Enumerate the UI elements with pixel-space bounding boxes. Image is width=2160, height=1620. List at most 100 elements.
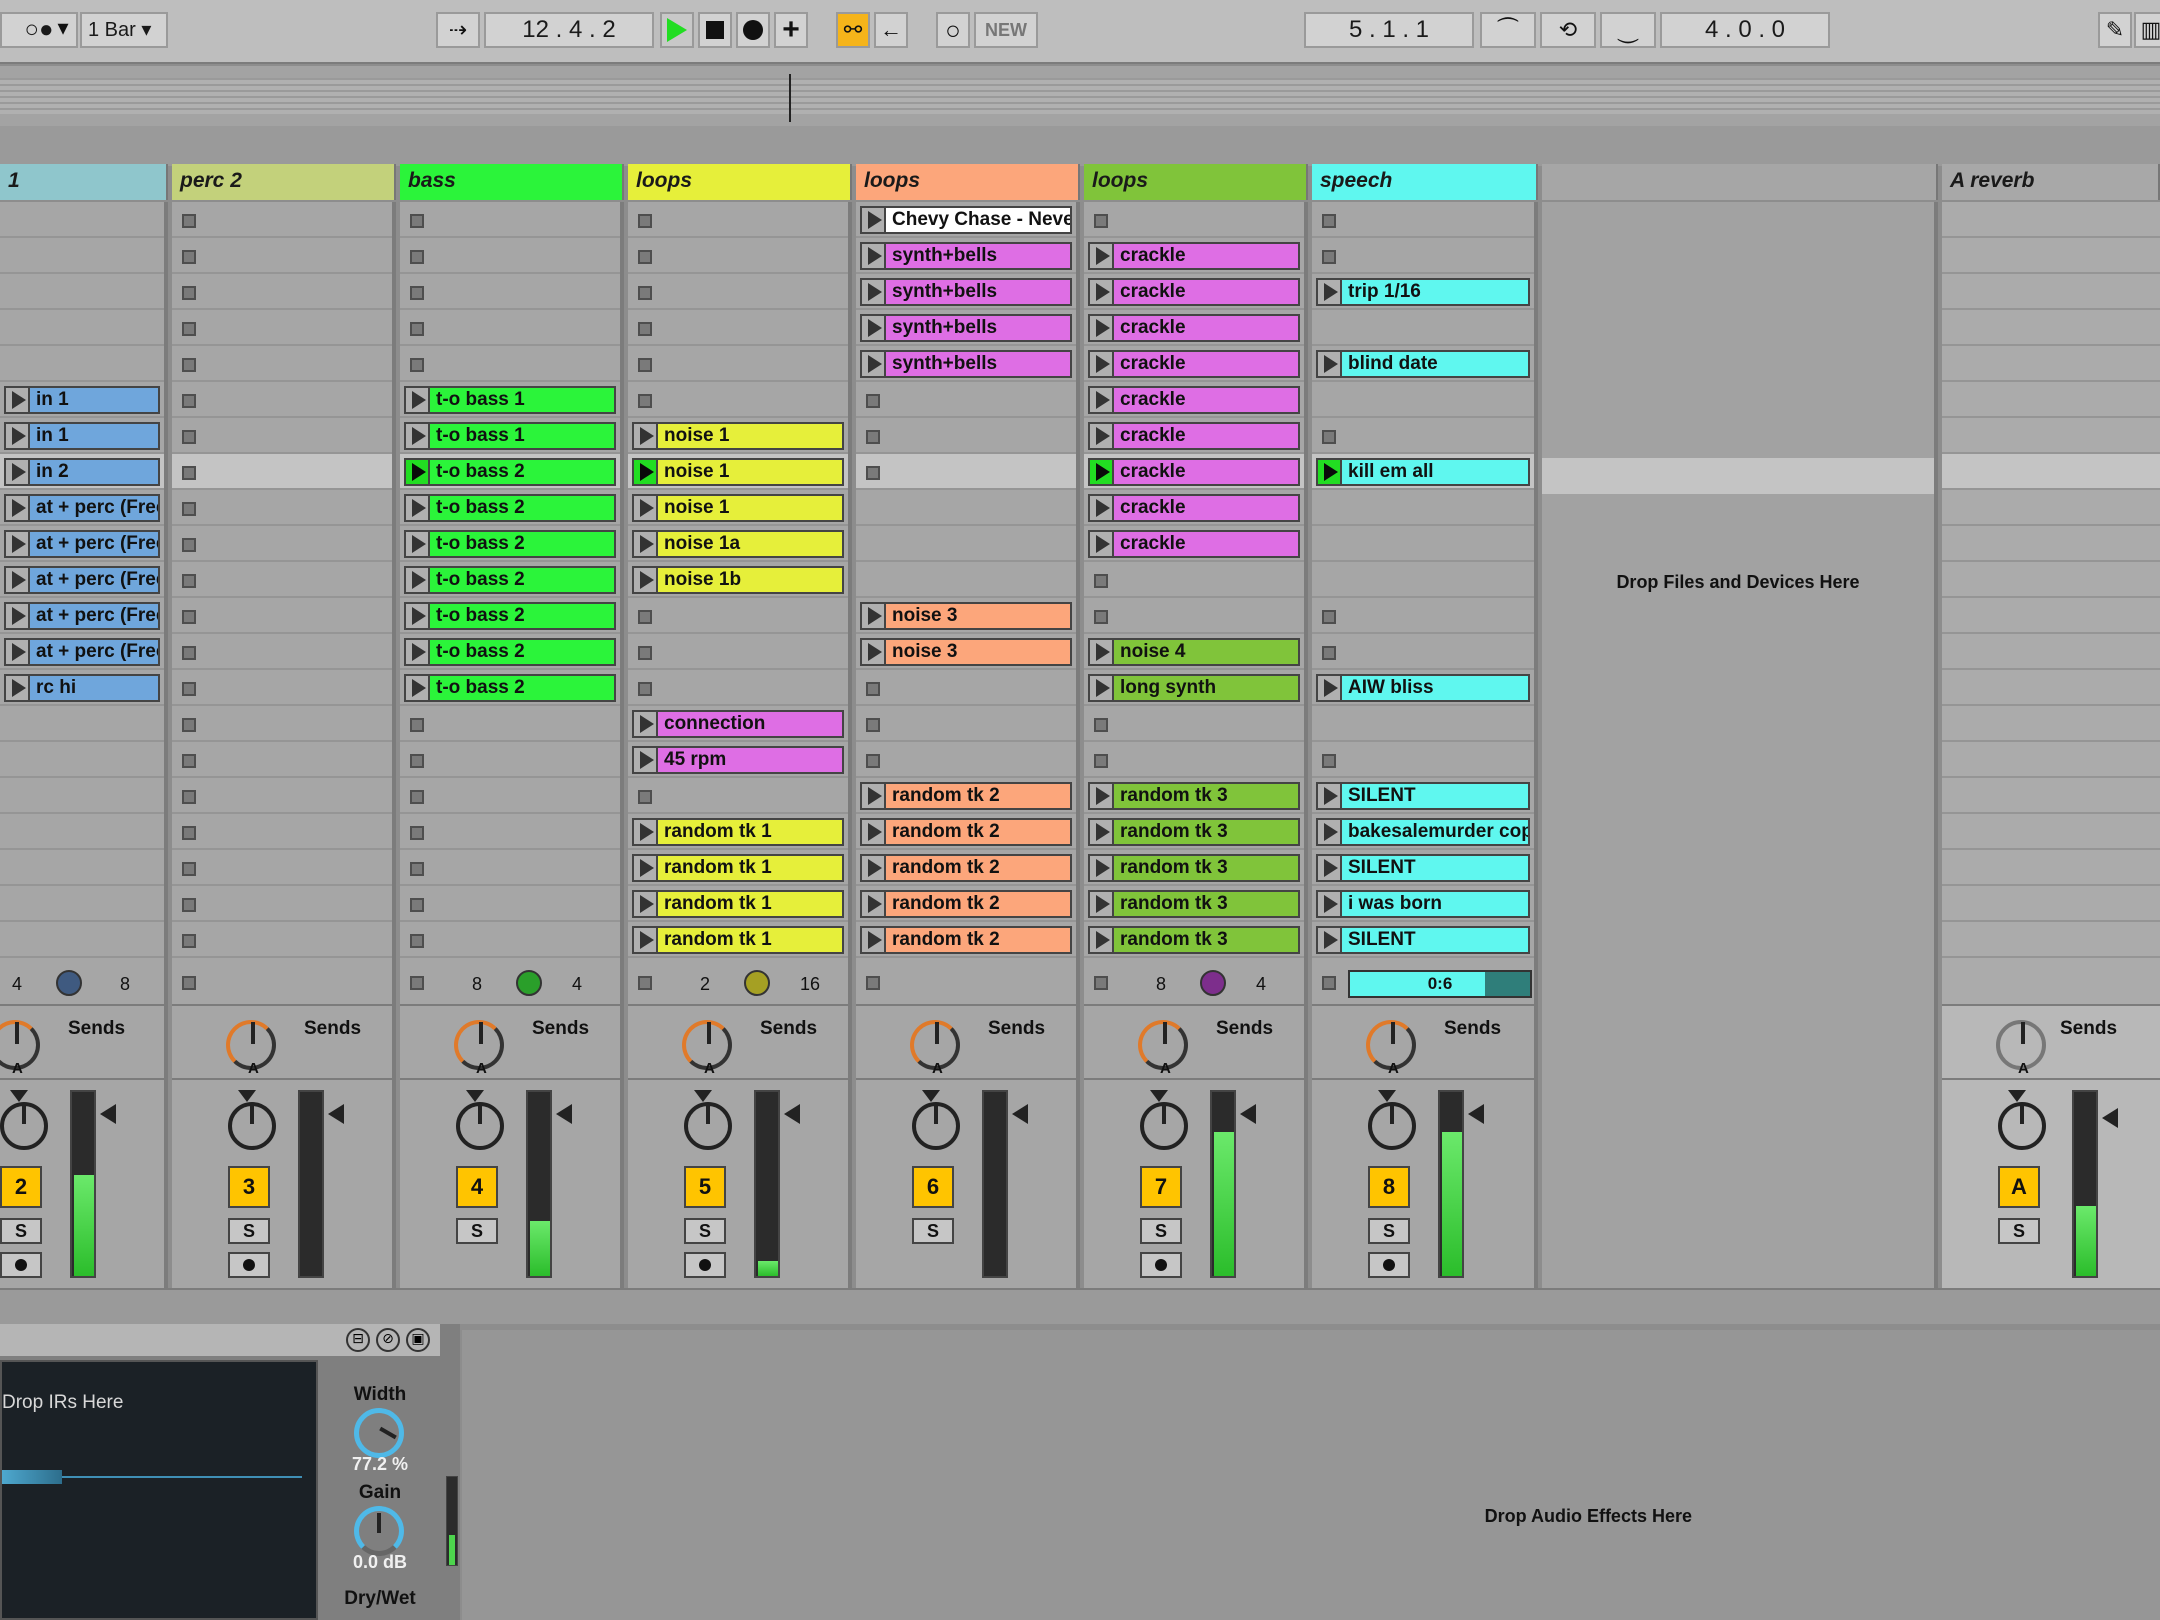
clip-slot[interactable]: crackle: [1084, 454, 1304, 490]
stop-button-icon[interactable]: [182, 718, 196, 732]
stop-button-icon[interactable]: [638, 358, 652, 372]
stop-button-icon[interactable]: [1094, 574, 1108, 588]
clip-slot[interactable]: [400, 778, 620, 814]
clip-launch-icon[interactable]: [404, 530, 430, 558]
clip[interactable]: random tk 2: [860, 890, 1072, 918]
clip-slot[interactable]: [172, 382, 392, 418]
track-header[interactable]: bass: [400, 164, 624, 200]
clip-slot[interactable]: synth+bells: [856, 346, 1076, 382]
clip-slot[interactable]: [856, 418, 1076, 454]
clip-launch-icon[interactable]: [1088, 818, 1114, 846]
volume-marker[interactable]: [328, 1104, 344, 1124]
loop-record-button[interactable]: ○: [936, 12, 970, 48]
clip-launch-icon[interactable]: [632, 890, 658, 918]
clip-slot[interactable]: blind date: [1312, 346, 1534, 382]
clip-launch-icon[interactable]: [1088, 494, 1114, 522]
clip[interactable]: AIW bliss: [1316, 674, 1530, 702]
clip-launch-icon[interactable]: [1088, 278, 1114, 306]
clip-slot[interactable]: [628, 778, 848, 814]
clip-launch-icon[interactable]: [404, 422, 430, 450]
clip-slot[interactable]: [400, 814, 620, 850]
clip-slot[interactable]: random tk 2: [856, 778, 1076, 814]
clip-launch-icon[interactable]: [860, 638, 886, 666]
clip-slot[interactable]: [400, 922, 620, 958]
clip-launch-icon[interactable]: [4, 422, 30, 450]
clip[interactable]: rc hi: [4, 674, 160, 702]
clip[interactable]: crackle: [1088, 386, 1300, 414]
clip-slot[interactable]: [0, 202, 164, 238]
clip[interactable]: noise 1b: [632, 566, 844, 594]
clip-slot[interactable]: rc hi: [0, 670, 164, 706]
save-preset-icon[interactable]: ▣: [406, 1328, 430, 1352]
clip-slot[interactable]: connection: [628, 706, 848, 742]
return-clip-slot[interactable]: [1942, 310, 2160, 346]
loop-length-field[interactable]: 4 . 0 . 0: [1660, 12, 1830, 48]
stop-button-icon[interactable]: [182, 322, 196, 336]
clip-slot[interactable]: SILENT: [1312, 778, 1534, 814]
back-to-arrangement-arrow[interactable]: ←: [874, 12, 908, 48]
track-activator-button[interactable]: 2: [0, 1166, 42, 1208]
clip[interactable]: noise 3: [860, 638, 1072, 666]
clip-slot[interactable]: [1312, 310, 1534, 346]
stop-button-icon[interactable]: [638, 322, 652, 336]
return-track-header[interactable]: A reverb: [1942, 164, 2160, 200]
clip-slot[interactable]: random tk 3: [1084, 814, 1304, 850]
clip[interactable]: t-o bass 2: [404, 566, 616, 594]
volume-marker[interactable]: [784, 1104, 800, 1124]
pan-knob[interactable]: [684, 1102, 732, 1150]
clip[interactable]: t-o bass 2: [404, 530, 616, 558]
clip[interactable]: SILENT: [1316, 926, 1530, 954]
stop-button-icon[interactable]: [410, 718, 424, 732]
clip-slot[interactable]: [0, 778, 164, 814]
stop-button-icon[interactable]: [866, 754, 880, 768]
clip-slot[interactable]: i was born: [1312, 886, 1534, 922]
pan-knob[interactable]: [228, 1102, 276, 1150]
clip-slot[interactable]: [172, 490, 392, 526]
clip[interactable]: random tk 3: [1088, 782, 1300, 810]
clip[interactable]: t-o bass 1: [404, 422, 616, 450]
arm-button[interactable]: [228, 1252, 270, 1278]
clip-slot[interactable]: noise 4: [1084, 634, 1304, 670]
clip[interactable]: synth+bells: [860, 350, 1072, 378]
clip[interactable]: t-o bass 1: [404, 386, 616, 414]
return-clip-slot[interactable]: [1942, 742, 2160, 778]
clip-slot[interactable]: [0, 922, 164, 958]
return-clip-slot[interactable]: [1942, 670, 2160, 706]
clip-slot[interactable]: [0, 310, 164, 346]
clip-launch-icon[interactable]: [404, 386, 430, 414]
clip-slot[interactable]: at + perc (Freeze): [0, 634, 164, 670]
stop-button-icon[interactable]: [182, 250, 196, 264]
clip[interactable]: Chevy Chase - Neve: [860, 206, 1072, 234]
clip-slot[interactable]: t-o bass 2: [400, 526, 620, 562]
stop-button-icon[interactable]: [866, 466, 880, 480]
clip[interactable]: random tk 3: [1088, 926, 1300, 954]
clip[interactable]: i was born: [1316, 890, 1530, 918]
clip-launch-icon[interactable]: [860, 314, 886, 342]
clip-launch-icon[interactable]: [1316, 818, 1342, 846]
clip[interactable]: trip 1/16: [1316, 278, 1530, 306]
track-activator-button[interactable]: 8: [1368, 1166, 1410, 1208]
return-volume-marker[interactable]: [2102, 1108, 2118, 1128]
range-high-value[interactable]: 8: [120, 974, 130, 995]
clip[interactable]: crackle: [1088, 314, 1300, 342]
volume-marker[interactable]: [1012, 1104, 1028, 1124]
solo-button[interactable]: S: [228, 1218, 270, 1244]
stop-button-icon[interactable]: [866, 682, 880, 696]
return-activator-button[interactable]: A: [1998, 1166, 2040, 1208]
stop-button-icon[interactable]: [410, 754, 424, 768]
clip-launch-icon[interactable]: [860, 602, 886, 630]
clip-slot[interactable]: [856, 742, 1076, 778]
stop-button-icon[interactable]: [182, 538, 196, 552]
volume-marker[interactable]: [1468, 1104, 1484, 1124]
clip-launch-icon[interactable]: [4, 494, 30, 522]
track-knob-icon[interactable]: [516, 970, 542, 996]
clip-launch-icon[interactable]: [404, 602, 430, 630]
clip-slot[interactable]: [172, 274, 392, 310]
clip-launch-icon[interactable]: [1316, 350, 1342, 378]
clip-slot[interactable]: t-o bass 2: [400, 490, 620, 526]
solo-button[interactable]: S: [456, 1218, 498, 1244]
clip-slot[interactable]: AIW bliss: [1312, 670, 1534, 706]
clip-slot[interactable]: [1312, 526, 1534, 562]
stop-button-icon[interactable]: [1094, 610, 1108, 624]
track-activator-button[interactable]: 3: [228, 1166, 270, 1208]
